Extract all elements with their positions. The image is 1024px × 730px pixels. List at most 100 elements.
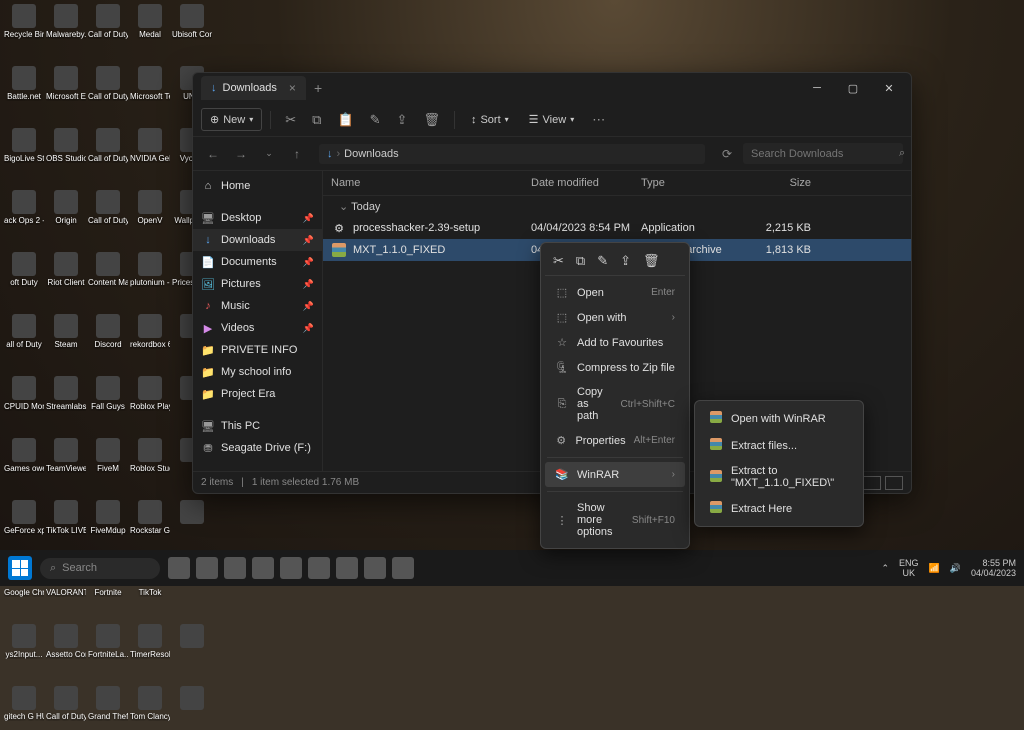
up-button[interactable]: ↑: [285, 142, 309, 166]
context-menu-item[interactable]: ☆Add to Favourites: [545, 330, 685, 355]
taskbar-app[interactable]: [280, 557, 302, 579]
context-menu-item[interactable]: ⬚Open with›: [545, 305, 685, 330]
desktop-icon[interactable]: Ubisoft Connect: [172, 4, 212, 48]
sidebar-item-privete-info[interactable]: 📁PRIVETE INFO: [193, 339, 322, 361]
winrar-submenu-item[interactable]: Extract files...: [699, 432, 859, 459]
desktop-icon[interactable]: FortniteLa...: [88, 624, 128, 668]
desktop-icon[interactable]: TeamViewer: [46, 438, 86, 482]
wifi-icon[interactable]: 📶: [929, 563, 940, 574]
desktop-icon[interactable]: [172, 500, 212, 544]
context-menu-item[interactable]: ⎘Copy as pathCtrl+Shift+C: [545, 380, 685, 428]
desktop-icon[interactable]: Call of Duty Black Ops I...: [88, 4, 128, 48]
desktop-icon[interactable]: TikTok LIVE Studio: [46, 500, 86, 544]
view-button[interactable]: ☰ View ▾: [521, 109, 583, 130]
desktop-icon[interactable]: Riot Client: [46, 252, 86, 296]
forward-button[interactable]: →: [229, 142, 253, 166]
desktop-icon[interactable]: NVIDIA GeForc...: [130, 128, 170, 172]
taskbar-app[interactable]: [168, 557, 190, 579]
desktop-icon[interactable]: Games ower: [4, 438, 44, 482]
file-list-header[interactable]: Name Date modified Type Size: [323, 171, 911, 196]
tray-chevron-icon[interactable]: ⌃: [881, 563, 889, 574]
col-type[interactable]: Type: [641, 177, 741, 189]
titlebar[interactable]: ↓ Downloads × + ─ ▢ ✕: [193, 73, 911, 103]
col-size[interactable]: Size: [741, 177, 811, 189]
rename-icon[interactable]: ✎: [364, 108, 387, 132]
language-indicator[interactable]: ENG UK: [899, 558, 919, 578]
desktop-icon[interactable]: Streamlabs Desktop: [46, 376, 86, 420]
sidebar-item-desktop[interactable]: 🖥Desktop📌: [193, 207, 322, 229]
desktop-icon[interactable]: Recycle Bin: [4, 4, 44, 48]
desktop-icon[interactable]: plutonium - Shortcut: [130, 252, 170, 296]
breadcrumb-downloads[interactable]: Downloads: [344, 148, 398, 160]
taskbar-app[interactable]: [224, 557, 246, 579]
desktop-icon[interactable]: Tom Clancy's Rainbow Si...: [130, 686, 170, 730]
desktop-icon[interactable]: TimerResol...: [130, 624, 170, 668]
desktop-icon[interactable]: FiveMdup: [88, 500, 128, 544]
start-button[interactable]: [8, 556, 32, 580]
sidebar-home[interactable]: ⌂ Home: [193, 175, 322, 197]
desktop-icon[interactable]: Rockstar Games ...: [130, 500, 170, 544]
tab-close-icon[interactable]: ×: [289, 81, 296, 95]
taskbar-app[interactable]: [252, 557, 274, 579]
desktop-icon[interactable]: Roblox Studio: [130, 438, 170, 482]
delete-icon[interactable]: 🗑: [417, 108, 446, 132]
desktop-icon[interactable]: rekordbox 6: [130, 314, 170, 358]
desktop-icon[interactable]: ys2Input...: [4, 624, 44, 668]
col-name[interactable]: Name: [331, 177, 531, 189]
more-icon[interactable]: ⋯: [586, 108, 611, 132]
sidebar-item-music[interactable]: ♪Music📌: [193, 295, 322, 317]
desktop-icon[interactable]: Battle.net: [4, 66, 44, 110]
desktop-icon[interactable]: gitech G HUB: [4, 686, 44, 730]
sidebar-thispc[interactable]: 🖥 This PC: [193, 415, 322, 437]
breadcrumb[interactable]: ↓ › Downloads: [319, 144, 705, 164]
desktop-icon[interactable]: [172, 624, 212, 668]
volume-icon[interactable]: 🔊: [950, 563, 961, 574]
winrar-submenu-item[interactable]: Extract to "MXT_1.1.0_FIXED\": [699, 459, 859, 495]
desktop-icon[interactable]: GeForce xperience: [4, 500, 44, 544]
desktop-icon[interactable]: ack Ops 2 - SC Studio: [4, 190, 44, 234]
desktop-icon[interactable]: Roblox Player: [130, 376, 170, 420]
copy-icon[interactable]: ⧉: [576, 253, 585, 269]
context-menu-item[interactable]: 📚WinRAR›: [545, 462, 685, 487]
taskbar-app[interactable]: [364, 557, 386, 579]
desktop-icon[interactable]: Medal: [130, 4, 170, 48]
context-menu-item[interactable]: ⬚OpenEnter: [545, 280, 685, 305]
desktop-icon[interactable]: Microsoft Edge: [46, 66, 86, 110]
sidebar-item-documents[interactable]: 📄Documents📌: [193, 251, 322, 273]
sidebar-item-project-era[interactable]: 📁Project Era: [193, 383, 322, 405]
sidebar-seagate[interactable]: ⛃ Seagate Drive (F:): [193, 437, 322, 459]
sidebar-item-pictures[interactable]: 🖼Pictures📌: [193, 273, 322, 295]
desktop-icon[interactable]: BigoLive Streamer: [4, 128, 44, 172]
share-icon[interactable]: ⇪: [620, 253, 631, 269]
new-button[interactable]: ⊕ New ▾: [201, 108, 262, 131]
sidebar-item-downloads[interactable]: ↓Downloads📌: [193, 229, 322, 251]
search-icon[interactable]: ⌕: [899, 147, 905, 160]
desktop-icon[interactable]: OpenV: [130, 190, 170, 234]
chevron-down-icon[interactable]: ⌄: [257, 142, 281, 166]
tab-downloads[interactable]: ↓ Downloads ×: [201, 76, 306, 100]
desktop-icon[interactable]: Grand Theft Auto V ...: [88, 686, 128, 730]
desktop-icon[interactable]: Call of Duty Black Ops III: [88, 128, 128, 172]
context-menu-item[interactable]: ⚙PropertiesAlt+Enter: [545, 428, 685, 453]
share-icon[interactable]: ⇪: [391, 108, 414, 132]
file-group-today[interactable]: Today: [323, 196, 911, 217]
taskbar-app[interactable]: [308, 557, 330, 579]
close-button[interactable]: ✕: [871, 74, 907, 102]
clock[interactable]: 8:55 PM 04/04/2023: [971, 558, 1016, 578]
taskbar-app[interactable]: [196, 557, 218, 579]
context-menu-item[interactable]: ⋮Show more optionsShift+F10: [545, 496, 685, 544]
taskbar-app[interactable]: [392, 557, 414, 579]
sidebar-item-videos[interactable]: ▶Videos📌: [193, 317, 322, 339]
large-icons-view-button[interactable]: [885, 476, 903, 490]
desktop-icon[interactable]: Content Manager: [88, 252, 128, 296]
desktop-icon[interactable]: FiveM: [88, 438, 128, 482]
desktop-icon[interactable]: Malwareby...: [46, 4, 86, 48]
sort-button[interactable]: ↕ Sort ▾: [463, 110, 517, 130]
paste-icon[interactable]: 📋: [331, 108, 359, 132]
search-input[interactable]: [751, 148, 893, 160]
rename-icon[interactable]: ✎: [597, 253, 608, 269]
refresh-button[interactable]: ⟳: [715, 142, 739, 166]
desktop-icon[interactable]: Fall Guys: [88, 376, 128, 420]
desktop-icon[interactable]: [172, 686, 212, 730]
minimize-button[interactable]: ─: [799, 74, 835, 102]
